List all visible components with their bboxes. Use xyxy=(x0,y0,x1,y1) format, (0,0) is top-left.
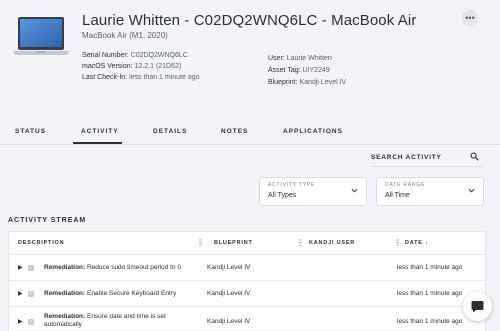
tab-applications[interactable]: APPLICATIONS xyxy=(283,128,343,135)
row-blueprint: Kandji Level IV xyxy=(207,318,251,325)
search-underline xyxy=(371,166,483,167)
activity-stream-title: ACTIVITY STREAM xyxy=(8,217,87,224)
checkmark-icon: ✓ xyxy=(28,318,34,325)
active-tab-indicator xyxy=(73,142,122,144)
table-row[interactable]: ▶ ✓ Remediation: Ensure date and time is… xyxy=(9,306,485,331)
column-header-description[interactable]: DESCRIPTION xyxy=(18,240,64,246)
tab-bar: STATUS ACTIVITY DETAILS NOTES APPLICATIO… xyxy=(0,118,500,145)
row-description: Remediation: Enable Secure Keyboard Entr… xyxy=(44,290,177,297)
expand-caret-icon[interactable]: ▶ xyxy=(18,318,23,325)
chat-bubble-icon xyxy=(471,301,484,313)
chevron-down-icon xyxy=(468,188,475,193)
activity-type-select[interactable]: ACTIVITY TYPE All Types xyxy=(259,177,367,206)
search-icon[interactable] xyxy=(470,152,479,161)
column-header-kandji-user[interactable]: KANDJI USER xyxy=(309,240,355,246)
date-range-select[interactable]: DATE RANGE All Time xyxy=(376,177,484,206)
blueprint-link[interactable]: Blueprint: Kandji Level IV xyxy=(268,79,346,86)
laptop-icon xyxy=(13,17,69,55)
sort-arrow-icon: ↓ xyxy=(425,240,429,246)
device-title: Laurie Whitten - C02DQ2WNQ6LC - MacBook … xyxy=(82,12,417,29)
expand-caret-icon[interactable]: ▶ xyxy=(18,264,23,271)
row-description: Remediation: Ensure date and time is set xyxy=(44,313,166,320)
column-resize-handle[interactable] xyxy=(396,239,399,246)
row-description: Remediation: Reduce sudo timeout period … xyxy=(44,264,181,271)
checkmark-icon: ✓ xyxy=(28,264,34,271)
column-header-blueprint[interactable]: BLUEPRINT xyxy=(214,240,253,246)
table-row[interactable]: ▶ ✓ Remediation: Reduce sudo timeout per… xyxy=(9,254,485,281)
asset-tag: Asset Tag: UIY2249 xyxy=(268,67,330,74)
expand-caret-icon[interactable]: ▶ xyxy=(18,290,23,297)
ellipsis-icon[interactable]: ••• xyxy=(462,10,478,26)
macos-version: macOS Version: 12.2.1 (21D62) xyxy=(82,63,182,70)
activity-type-value: All Types xyxy=(268,192,297,199)
row-description-continued: automatically xyxy=(44,321,82,328)
row-blueprint: Kandji Level IV xyxy=(207,264,251,271)
device-user: User: Laurie Whitten xyxy=(268,55,332,62)
row-date: less than 1 minute ago xyxy=(397,290,463,297)
serial-number: Serial Number: C02DQ2WNQ6LC xyxy=(82,52,188,59)
tab-status[interactable]: STATUS xyxy=(15,128,46,135)
chevron-down-icon xyxy=(351,188,358,193)
device-model: MacBook Air (M1, 2020) xyxy=(82,31,168,40)
tab-details[interactable]: DETAILS xyxy=(153,128,187,135)
column-resize-handle[interactable] xyxy=(299,239,302,246)
date-range-label: DATE RANGE xyxy=(385,182,426,188)
activity-type-label: ACTIVITY TYPE xyxy=(268,182,316,188)
table-row[interactable]: ▶ ✓ Remediation: Enable Secure Keyboard … xyxy=(9,280,485,307)
row-blueprint: Kandji Level IV xyxy=(207,290,251,297)
last-check-in: Last Check-In: less than 1 minute ago xyxy=(82,74,200,81)
row-date: less than 1 minute ago xyxy=(397,318,463,325)
checkmark-icon: ✓ xyxy=(28,290,34,297)
row-date: less than 1 minute ago xyxy=(397,264,463,271)
column-resize-handle[interactable] xyxy=(199,239,202,246)
tab-notes[interactable]: NOTES xyxy=(221,128,248,135)
column-header-date[interactable]: DATE ↓ xyxy=(405,240,429,246)
date-range-value: All Time xyxy=(385,192,410,199)
tab-activity[interactable]: ACTIVITY xyxy=(81,128,119,135)
activity-table: DESCRIPTION BLUEPRINT KANDJI USER DATE ↓… xyxy=(8,231,486,330)
search-input[interactable]: SEARCH ACTIVITY xyxy=(371,154,442,161)
chat-button[interactable] xyxy=(463,292,492,321)
